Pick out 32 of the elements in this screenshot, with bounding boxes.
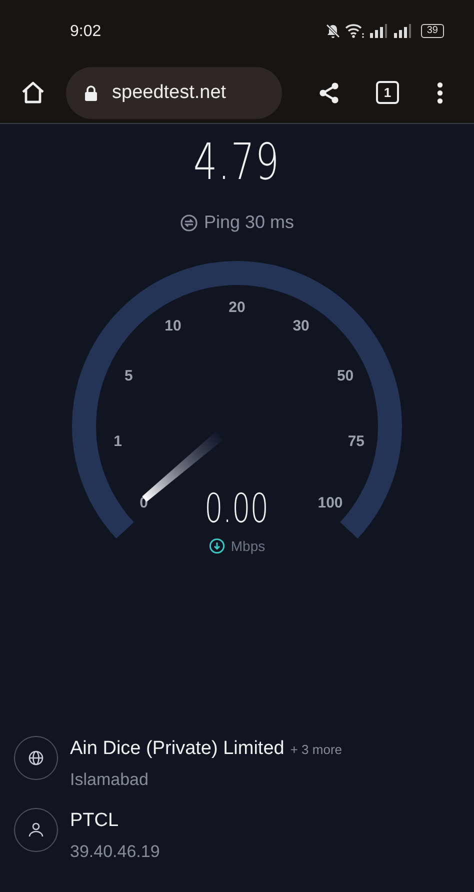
unit-label: Mbps <box>230 538 266 554</box>
scale-label: 1 <box>114 433 122 450</box>
scale-label: 30 <box>292 318 310 335</box>
wifi-icon <box>344 23 365 39</box>
upload-speed-value: 4.79 <box>194 132 280 192</box>
signal-icon <box>368 23 389 39</box>
ping-label: Ping 30 ms <box>204 212 294 233</box>
download-icon <box>208 538 225 554</box>
menu-icon[interactable] <box>435 80 445 106</box>
scale-label: 50 <box>336 367 354 384</box>
tab-count-button[interactable]: 1 <box>376 81 399 104</box>
scale-label: 20 <box>228 299 246 316</box>
server-location: Islamabad <box>70 770 150 790</box>
lock-icon <box>84 84 98 100</box>
status-time: 9:02 <box>70 23 102 41</box>
person-icon[interactable] <box>14 808 58 852</box>
address-bar[interactable]: speedtest.net <box>66 66 282 118</box>
download-speed-value: 0.00 <box>204 486 270 532</box>
ping-icon <box>180 214 198 232</box>
bell-muted-icon <box>324 23 341 39</box>
globe-icon[interactable] <box>14 736 58 780</box>
provider-name: PTCL <box>70 810 119 832</box>
ip-address: 39.40.46.19 <box>70 842 160 862</box>
scale-label: 75 <box>348 433 364 450</box>
more-servers-link[interactable]: + 3 more <box>290 742 342 757</box>
scale-label: 10 <box>164 318 182 335</box>
signal-icon <box>392 23 413 39</box>
server-name: Ain Dice (Private) Limited <box>70 738 284 760</box>
battery-indicator: 39 <box>420 24 444 38</box>
scale-label: 100 <box>318 494 343 512</box>
scale-label: 5 <box>124 367 133 384</box>
url-text: speedtest.net <box>112 82 226 104</box>
